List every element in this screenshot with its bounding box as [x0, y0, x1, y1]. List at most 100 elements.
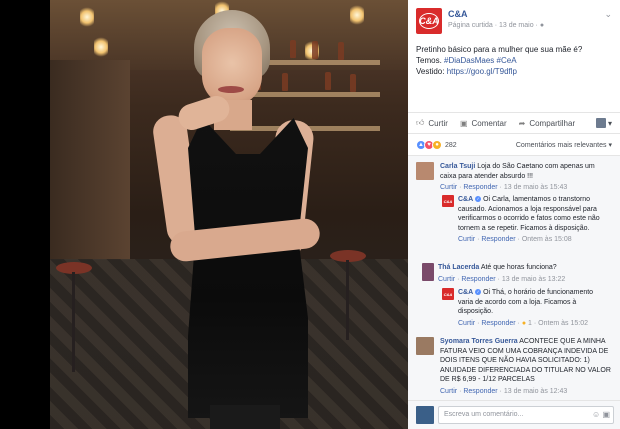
comment-body: Syomara Torres Guerra ACONTECE QUE A MIN…	[440, 337, 612, 396]
comment-reply-link[interactable]: Responder	[461, 276, 495, 283]
comment-body: Thá Lacerda Até que horas funciona? Curt…	[438, 263, 608, 284]
avatar[interactable]	[422, 263, 434, 281]
legs	[210, 405, 280, 429]
reaction-count[interactable]: 282	[445, 142, 457, 149]
reactions-summary: ▲ ♥ ● 282 Comentários mais relevantes ▾	[408, 136, 620, 154]
wow-reaction-icon[interactable]: ●	[432, 140, 442, 150]
page-logo[interactable]: C&A	[442, 195, 454, 207]
avatar[interactable]	[416, 406, 434, 424]
hashtag-link[interactable]: #DiaDasMaes	[444, 56, 494, 65]
post-line: Vestido: https://goo.gl/T9dflp	[416, 66, 612, 77]
page-logo[interactable]: C&A	[416, 8, 442, 34]
chevron-down-icon: ▾	[607, 118, 612, 128]
post-line: Temos. #DiaDasMaes #CeA	[416, 55, 612, 66]
comment-reaction-count[interactable]: 1	[528, 320, 532, 327]
haha-reaction-icon: ●	[521, 319, 527, 327]
verified-badge-icon: ✓	[475, 196, 482, 203]
chevron-down-icon: ▾	[608, 142, 612, 149]
comment-sort-label: Comentários mais relevantes	[515, 142, 607, 149]
commenter-name[interactable]: Thá Lacerda	[438, 264, 479, 271]
composer-icons: ☺ ▣	[592, 410, 610, 419]
stool-leg	[72, 272, 75, 372]
like-label: Curtir	[428, 118, 448, 128]
comment-meta: Curtir · Responder · 13 de maio às 12:43	[440, 387, 568, 395]
comment-item: Thá Lacerda Até que horas funciona? Curt…	[422, 263, 612, 289]
share-label: Compartilhar	[529, 118, 576, 128]
comment-reply-link[interactable]: Responder	[463, 388, 497, 395]
comment-time[interactable]: Ontem às 15:08	[522, 236, 572, 243]
comment-sort-dropdown[interactable]: Comentários mais relevantes ▾	[516, 141, 612, 149]
face	[202, 28, 262, 106]
comment-body: Carla Tsuji Loja do São Caetano com apen…	[440, 162, 610, 193]
share-icon: ➦	[518, 118, 526, 128]
comment-body: C&A ✓ Oi Thá, o horário de funcionamento…	[458, 288, 608, 328]
comment-button[interactable]: ▣ Comentar	[460, 119, 507, 128]
comment-input[interactable]: Escreva um comentário...	[438, 406, 614, 424]
commenter-name[interactable]: Syomara Torres Guerra	[440, 338, 518, 345]
comment-like-link[interactable]: Curtir	[458, 236, 475, 243]
stool-leg	[346, 260, 349, 340]
page-name-link[interactable]: C&A	[448, 9, 468, 19]
comment-like-link[interactable]: Curtir	[440, 184, 457, 191]
logo-text: C&A	[443, 198, 453, 204]
comment-time[interactable]: 13 de maio às 12:43	[504, 388, 567, 395]
verified-badge-icon: ✓	[475, 289, 482, 296]
post-header: C&A C&A Página curtida · 13 de maio · ● …	[416, 8, 612, 36]
comment-item: Carla Tsuji Loja do São Caetano com apen…	[416, 162, 612, 198]
product-link[interactable]: https://goo.gl/T9dflp	[447, 67, 517, 76]
post-line: Pretinho básico para a mulher que sua mã…	[416, 45, 583, 54]
avatar[interactable]	[416, 162, 434, 180]
share-button[interactable]: ➦ Compartilhar	[519, 119, 576, 128]
comment-meta: Curtir · Responder · 13 de maio às 15:43	[440, 184, 568, 191]
comment-meta: Curtir · Responder · Ontem às 15:08	[458, 236, 572, 243]
bottle	[338, 42, 344, 60]
comment-time[interactable]: 13 de maio às 13:22	[502, 276, 565, 283]
pendant-light	[94, 36, 108, 58]
reply-item: C&A C&A ✓ Oi Thá, o horário de funcionam…	[442, 288, 612, 332]
logo-text: C&A	[419, 13, 439, 29]
post-text: Pretinho básico para a mulher que sua mã…	[416, 44, 612, 77]
comment-item: Syomara Torres Guerra ACONTECE QUE A MIN…	[416, 337, 612, 400]
comment-like-link[interactable]: Curtir	[440, 388, 457, 395]
woman-in-black-dress	[110, 0, 330, 429]
comment-time[interactable]: Ontem às 15:02	[538, 320, 588, 327]
chevron-down-icon[interactable]: ⌄	[604, 9, 612, 20]
comment-reply-link[interactable]: Responder	[463, 184, 497, 191]
post-meta-text: Página curtida · 13 de maio ·	[448, 22, 538, 29]
logo-text: C&A	[443, 291, 453, 297]
photo-viewer: C&A C&A Página curtida · 13 de maio · ● …	[0, 0, 620, 429]
commenter-name[interactable]: Carla Tsuji	[440, 163, 475, 170]
comments-list[interactable]: Carla Tsuji Loja do São Caetano com apen…	[408, 155, 620, 400]
comment-like-link[interactable]: Curtir	[438, 276, 455, 283]
emoji-icon[interactable]: ☺	[592, 410, 600, 419]
comment-reply-link[interactable]: Responder	[481, 320, 515, 327]
reply-item: C&A C&A ✓ Oi Carla, lamentamos o transto…	[442, 195, 612, 255]
post-text-fragment: Vestido:	[416, 67, 445, 76]
comment-label: Comentar	[471, 118, 507, 128]
black-dress	[188, 118, 308, 418]
comment-like-link[interactable]: Curtir	[458, 320, 475, 327]
avatar[interactable]	[416, 337, 434, 355]
commenter-name[interactable]: C&A	[458, 289, 473, 296]
post-meta: Página curtida · 13 de maio · ●	[448, 22, 544, 29]
pendant-light	[350, 4, 364, 26]
comment-composer: Escreva um comentário... ☺ ▣	[408, 400, 620, 429]
hashtag-link[interactable]: #CeA	[497, 56, 517, 65]
post-photo[interactable]	[50, 0, 408, 429]
post-as-selector[interactable]: ▾	[595, 118, 612, 128]
page-logo[interactable]: C&A	[442, 288, 454, 300]
avatar	[595, 118, 606, 128]
comment-time[interactable]: 13 de maio às 15:43	[504, 184, 567, 191]
like-button[interactable]: 👍︎ Curtir	[416, 118, 448, 128]
commenter-name[interactable]: C&A	[458, 196, 473, 203]
comment-icon: ▣	[459, 118, 468, 128]
comment-meta: Curtir · Responder · 13 de maio às 13:22	[438, 275, 566, 283]
lips	[218, 86, 244, 93]
pendant-light	[80, 6, 94, 28]
comment-text: Até que horas funciona?	[480, 264, 557, 271]
comment-meta: Curtir · Responder · ● 1 · Ontem às 15:0…	[458, 319, 588, 327]
post-text-fragment: Temos.	[416, 56, 442, 65]
comment-reply-link[interactable]: Responder	[481, 236, 515, 243]
post-actions-bar: 👍︎ Curtir ▣ Comentar ➦ Compartilhar ▾	[408, 112, 620, 134]
camera-icon[interactable]: ▣	[602, 410, 610, 419]
